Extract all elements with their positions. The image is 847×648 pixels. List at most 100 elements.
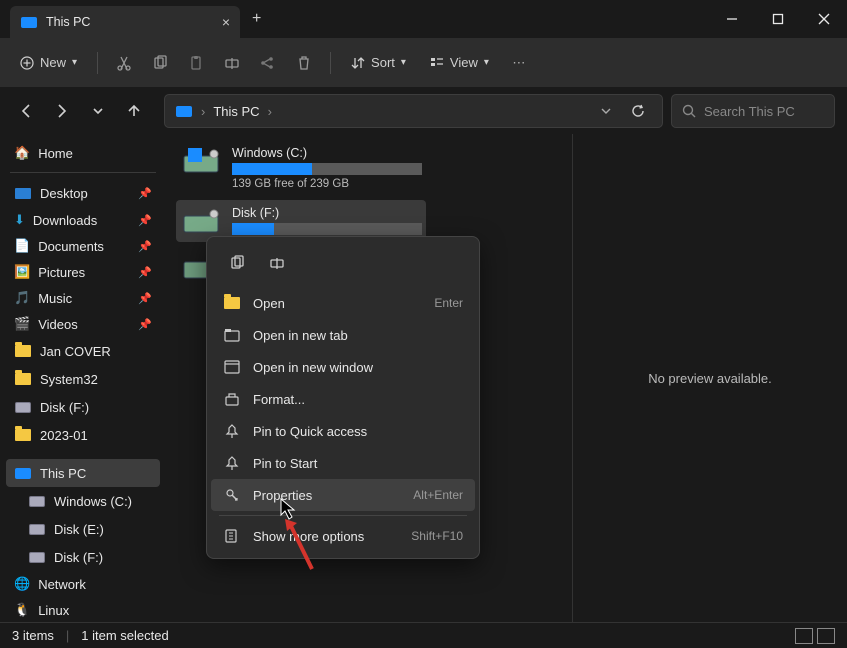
tab-this-pc[interactable]: This PC × [10,6,240,38]
monitor-icon [20,13,38,31]
sidebar-item-desktop[interactable]: Desktop📌 [6,179,160,207]
sidebar: 🏠Home Desktop📌 ⬇Downloads📌 📄Documents📌 🖼… [0,134,166,622]
cut-button[interactable] [108,47,140,79]
pin-icon: 📌 [138,318,152,331]
sidebar-item-disk-f[interactable]: Disk (F:) [6,393,160,421]
ctx-rename-button[interactable] [259,247,295,279]
sidebar-item-system32[interactable]: System32 [6,365,160,393]
status-selected-count: 1 item selected [81,628,168,643]
drive-windows-c[interactable]: Windows (C:) 139 GB free of 239 GB [176,140,426,196]
pin-icon: 📌 [138,266,152,279]
context-menu: Open Enter Open in new tab Open in new w… [206,236,480,559]
sidebar-item-windows-c[interactable]: Windows (C:) [6,487,160,515]
folder-open-icon [223,294,241,312]
sidebar-item-network[interactable]: 🌐Network [6,571,160,597]
preview-text: No preview available. [648,371,772,386]
address-bar[interactable]: › This PC › [164,94,663,128]
folder-icon [14,370,32,388]
ctx-open-new-window[interactable]: Open in new window [211,351,475,383]
nav-row: › This PC › Search This PC [0,88,847,134]
folder-icon [14,426,32,444]
sidebar-item-music[interactable]: 🎵Music📌 [6,285,160,311]
chevron-down-icon: ▾ [401,57,406,68]
sort-icon [351,56,365,70]
tab-title: This PC [46,15,90,29]
new-tab-button[interactable]: + [252,10,261,28]
address-dropdown[interactable] [592,97,620,125]
ctx-open-new-tab[interactable]: Open in new tab [211,319,475,351]
plus-circle-icon [20,56,34,70]
copy-button[interactable] [144,47,176,79]
view-tiles-button[interactable] [817,628,835,644]
pin-icon: 📌 [138,187,152,200]
drive-name: Disk (F:) [232,206,422,220]
sidebar-item-2023-01[interactable]: 2023-01 [6,421,160,449]
drive-icon [182,146,222,176]
sidebar-item-disk-e[interactable]: Disk (E:) [6,515,160,543]
up-button[interactable] [120,97,148,125]
chevron-down-icon: ▾ [484,57,489,68]
document-icon: 📄 [14,238,30,254]
drive-icon [182,206,222,236]
refresh-button[interactable] [624,97,652,125]
paste-button[interactable] [180,47,212,79]
pin-icon: 📌 [138,240,152,253]
chevron-down-icon: ▾ [72,57,77,68]
pin-icon: 📌 [138,214,152,227]
forward-button[interactable] [48,97,76,125]
minimize-button[interactable] [709,0,755,38]
pictures-icon: 🖼️ [14,264,30,280]
drive-icon [28,548,46,566]
delete-button[interactable] [288,47,320,79]
home-icon: 🏠 [14,145,30,161]
sidebar-item-home[interactable]: 🏠Home [6,140,160,166]
ctx-format[interactable]: Format... [211,383,475,415]
ctx-properties[interactable]: Properties Alt+Enter [211,479,475,511]
sidebar-item-documents[interactable]: 📄Documents📌 [6,233,160,259]
sidebar-item-this-pc[interactable]: This PC [6,459,160,487]
network-icon: 🌐 [14,576,30,592]
ctx-pin-quick-access[interactable]: Pin to Quick access [211,415,475,447]
rename-button[interactable] [216,47,248,79]
more-button[interactable]: ⋯ [503,47,535,79]
tab-icon [223,326,241,344]
close-tab-icon[interactable]: × [222,14,230,30]
sidebar-item-disk-f2[interactable]: Disk (F:) [6,543,160,571]
ctx-pin-start[interactable]: Pin to Start [211,447,475,479]
sidebar-item-jan-cover[interactable]: Jan COVER [6,337,160,365]
ctx-show-more-options[interactable]: Show more options Shift+F10 [211,520,475,552]
view-icon [430,56,444,70]
ctx-copy-button[interactable] [219,247,255,279]
share-button[interactable] [252,47,284,79]
pin-icon [223,422,241,440]
recent-dropdown[interactable] [84,97,112,125]
storage-bar [232,163,422,175]
properties-icon [223,486,241,504]
linux-icon: 🐧 [14,602,30,618]
sidebar-item-downloads[interactable]: ⬇Downloads📌 [6,207,160,233]
drive-icon [28,520,46,538]
pin-icon: 📌 [138,292,152,305]
search-box[interactable]: Search This PC [671,94,835,128]
ctx-open[interactable]: Open Enter [211,287,475,319]
sidebar-item-linux[interactable]: 🐧Linux [6,597,160,622]
sidebar-item-videos[interactable]: 🎬Videos📌 [6,311,160,337]
search-placeholder: Search This PC [704,104,795,119]
close-window-button[interactable] [801,0,847,38]
drive-icon [28,492,46,510]
sidebar-item-pictures[interactable]: 🖼️Pictures📌 [6,259,160,285]
view-details-button[interactable] [795,628,813,644]
breadcrumb-this-pc[interactable]: This PC [213,104,259,119]
music-icon: 🎵 [14,290,30,306]
status-bar: 3 items | 1 item selected [0,622,847,648]
format-icon [223,390,241,408]
back-button[interactable] [12,97,40,125]
preview-pane: No preview available. [572,134,847,622]
monitor-icon [14,464,32,482]
sort-button[interactable]: Sort ▾ [341,49,416,76]
maximize-button[interactable] [755,0,801,38]
toolbar: New ▾ Sort ▾ View ▾ ⋯ [0,38,847,88]
desktop-icon [14,184,32,202]
new-button[interactable]: New ▾ [10,49,87,76]
view-button[interactable]: View ▾ [420,49,499,76]
